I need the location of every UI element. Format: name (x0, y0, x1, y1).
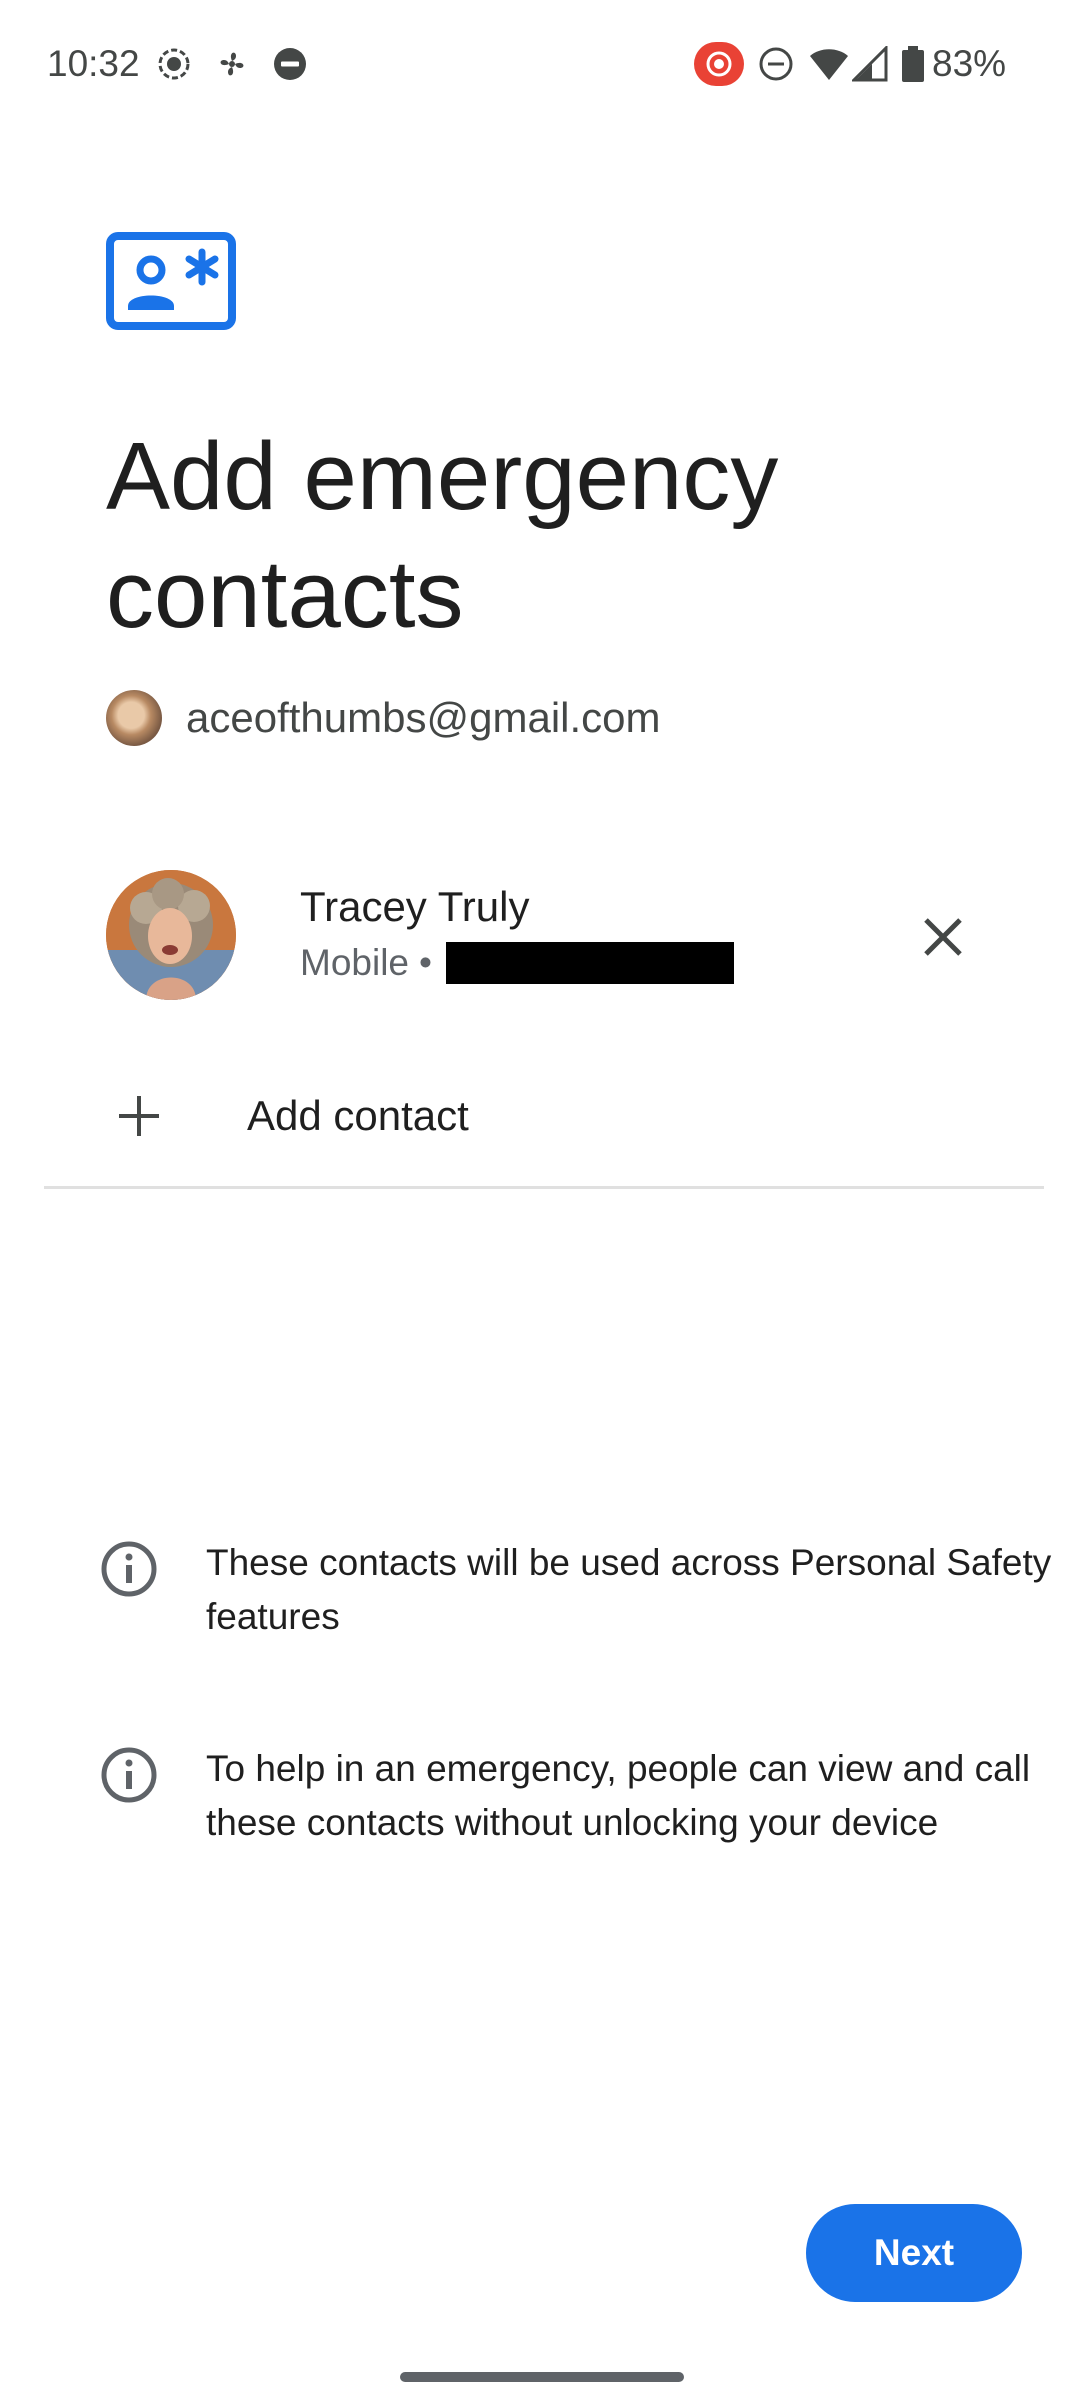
contact-card-icon (106, 232, 236, 330)
close-icon (924, 918, 962, 956)
cell-signal-icon (852, 46, 888, 82)
gesture-navigation-bar[interactable] (400, 2372, 684, 2382)
contact-separator: • (419, 942, 432, 983)
account-avatar (106, 690, 162, 746)
dnd-outline-icon (759, 47, 793, 81)
status-bar: 10:32 83% (0, 0, 1080, 132)
divider (44, 1186, 1044, 1189)
info-icon (101, 1541, 157, 1597)
contact-avatar (106, 870, 236, 1000)
add-contact-button[interactable]: Add contact (44, 1066, 1034, 1166)
plus-icon (119, 1096, 159, 1136)
contact-type: Mobile (300, 942, 409, 983)
info-text: These contacts will be used across Perso… (206, 1542, 1052, 1637)
battery-icon (902, 46, 924, 82)
add-contact-label: Add contact (247, 1092, 469, 1139)
account-row: aceofthumbs@gmail.com (106, 688, 661, 748)
fan-icon (220, 52, 244, 76)
contact-name: Tracey Truly (300, 883, 530, 930)
dnd-icon (274, 48, 306, 80)
info-text: To help in an emergency, people can view… (206, 1748, 1031, 1843)
screen-record-icon (158, 48, 190, 80)
next-button[interactable]: Next (806, 2204, 1022, 2302)
wifi-icon (810, 49, 848, 80)
contact-item[interactable]: Tracey Truly Mobile • (106, 870, 986, 1002)
status-time: 10:32 (47, 43, 140, 84)
account-email: aceofthumbs@gmail.com (186, 694, 661, 741)
page-title: Add emergency contacts (106, 423, 779, 648)
redacted-phone-number (445, 942, 734, 984)
info-icon (101, 1747, 157, 1803)
battery-percent: 83% (932, 43, 1007, 84)
remove-contact-button[interactable] (912, 906, 974, 968)
contact-detail: Mobile • (300, 940, 734, 986)
cast-icon (694, 42, 744, 86)
